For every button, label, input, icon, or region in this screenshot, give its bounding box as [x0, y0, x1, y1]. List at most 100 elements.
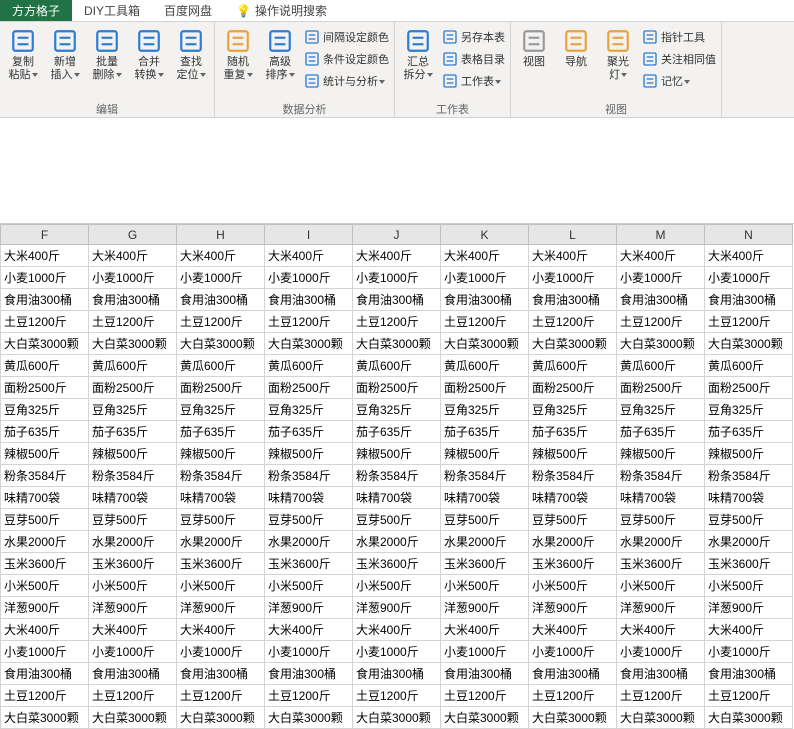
cell[interactable]: 味精700袋: [441, 487, 529, 509]
navigation-button[interactable]: 导航: [555, 26, 597, 71]
cell[interactable]: 豆角325斤: [1, 399, 89, 421]
cell[interactable]: 味精700袋: [353, 487, 441, 509]
cell[interactable]: 土豆1200斤: [617, 685, 705, 707]
summary-split-button[interactable]: 汇总拆分: [397, 26, 439, 84]
cell[interactable]: 小麦1000斤: [177, 267, 265, 289]
stat-analysis-button[interactable]: 统计与分析: [301, 70, 392, 92]
cell[interactable]: 小麦1000斤: [441, 267, 529, 289]
cell[interactable]: 食用油300桶: [89, 663, 177, 685]
cell[interactable]: 土豆1200斤: [441, 311, 529, 333]
copy-paste-button[interactable]: 复制粘贴: [2, 26, 44, 84]
cell[interactable]: 大米400斤: [529, 619, 617, 641]
worksheet-button[interactable]: 工作表: [439, 70, 508, 92]
cell[interactable]: 豆芽500斤: [353, 509, 441, 531]
cell[interactable]: 黄瓜600斤: [353, 355, 441, 377]
cell[interactable]: 大白菜3000颗: [1, 707, 89, 729]
cell[interactable]: 小麦1000斤: [529, 267, 617, 289]
cell[interactable]: 大米400斤: [265, 245, 353, 267]
cell[interactable]: 大白菜3000颗: [529, 333, 617, 355]
cell[interactable]: 黄瓜600斤: [177, 355, 265, 377]
cell[interactable]: 小麦1000斤: [1, 267, 89, 289]
col-header-J[interactable]: J: [353, 225, 441, 245]
cell[interactable]: 豆角325斤: [705, 399, 793, 421]
cell[interactable]: 洋葱900斤: [617, 597, 705, 619]
cell[interactable]: 小麦1000斤: [265, 641, 353, 663]
cell[interactable]: 豆芽500斤: [617, 509, 705, 531]
cell[interactable]: 小米500斤: [265, 575, 353, 597]
cell[interactable]: 大米400斤: [353, 619, 441, 641]
cell[interactable]: 食用油300桶: [529, 289, 617, 311]
cell[interactable]: 土豆1200斤: [265, 685, 353, 707]
cell[interactable]: 食用油300桶: [441, 663, 529, 685]
cell[interactable]: 玉米3600斤: [1, 553, 89, 575]
cell[interactable]: 大白菜3000颗: [89, 333, 177, 355]
cell[interactable]: 小米500斤: [177, 575, 265, 597]
cell[interactable]: 玉米3600斤: [353, 553, 441, 575]
cell[interactable]: 大白菜3000颗: [529, 707, 617, 729]
cell[interactable]: 茄子635斤: [441, 421, 529, 443]
tab-操作说明搜索[interactable]: 💡操作说明搜索: [224, 0, 339, 21]
condition-color-button[interactable]: 条件设定颜色: [301, 48, 392, 70]
cell[interactable]: 豆芽500斤: [1, 509, 89, 531]
cell[interactable]: 土豆1200斤: [441, 685, 529, 707]
col-header-F[interactable]: F: [1, 225, 89, 245]
cell[interactable]: 小麦1000斤: [353, 641, 441, 663]
cell[interactable]: 洋葱900斤: [705, 597, 793, 619]
cell[interactable]: 粉条3584斤: [265, 465, 353, 487]
cell[interactable]: 大白菜3000颗: [617, 707, 705, 729]
cell[interactable]: 味精700袋: [265, 487, 353, 509]
cell[interactable]: 大白菜3000颗: [265, 707, 353, 729]
cell[interactable]: 黄瓜600斤: [89, 355, 177, 377]
cell[interactable]: 大白菜3000颗: [89, 707, 177, 729]
sheet-toc-button[interactable]: 表格目录: [439, 48, 508, 70]
cell[interactable]: 玉米3600斤: [177, 553, 265, 575]
col-header-N[interactable]: N: [705, 225, 793, 245]
cell[interactable]: 茄子635斤: [89, 421, 177, 443]
cell[interactable]: 辣椒500斤: [617, 443, 705, 465]
cell[interactable]: 洋葱900斤: [265, 597, 353, 619]
cell[interactable]: 土豆1200斤: [89, 685, 177, 707]
cell[interactable]: 洋葱900斤: [89, 597, 177, 619]
cell[interactable]: 水果2000斤: [617, 531, 705, 553]
random-repeat-button[interactable]: 随机重复: [217, 26, 259, 84]
cell[interactable]: 面粉2500斤: [441, 377, 529, 399]
cell[interactable]: 食用油300桶: [89, 289, 177, 311]
cell[interactable]: 豆芽500斤: [529, 509, 617, 531]
cell[interactable]: 茄子635斤: [265, 421, 353, 443]
cell[interactable]: 水果2000斤: [265, 531, 353, 553]
cell[interactable]: 玉米3600斤: [705, 553, 793, 575]
cell[interactable]: 小米500斤: [441, 575, 529, 597]
cell[interactable]: 黄瓜600斤: [441, 355, 529, 377]
cell[interactable]: 面粉2500斤: [89, 377, 177, 399]
cell[interactable]: 辣椒500斤: [353, 443, 441, 465]
cell[interactable]: 豆芽500斤: [441, 509, 529, 531]
cell[interactable]: 小米500斤: [89, 575, 177, 597]
cell[interactable]: 大米400斤: [705, 619, 793, 641]
cell[interactable]: 面粉2500斤: [1, 377, 89, 399]
find-locate-button[interactable]: 查找定位: [170, 26, 212, 84]
cell[interactable]: 小麦1000斤: [705, 267, 793, 289]
cell[interactable]: 食用油300桶: [353, 289, 441, 311]
spotlight-button[interactable]: 聚光灯: [597, 26, 639, 84]
cell[interactable]: 大白菜3000颗: [705, 707, 793, 729]
cell[interactable]: 水果2000斤: [353, 531, 441, 553]
cell[interactable]: 小麦1000斤: [177, 641, 265, 663]
tab-百度网盘[interactable]: 百度网盘: [152, 0, 224, 21]
cell[interactable]: 豆角325斤: [353, 399, 441, 421]
cell[interactable]: 粉条3584斤: [89, 465, 177, 487]
tab-DIY工具箱[interactable]: DIY工具箱: [72, 0, 152, 21]
cell[interactable]: 豆芽500斤: [705, 509, 793, 531]
cell[interactable]: 黄瓜600斤: [265, 355, 353, 377]
cell[interactable]: 味精700袋: [617, 487, 705, 509]
cell[interactable]: 土豆1200斤: [353, 685, 441, 707]
advanced-sort-button[interactable]: 高级排序: [259, 26, 301, 84]
cell[interactable]: 面粉2500斤: [529, 377, 617, 399]
cell[interactable]: 水果2000斤: [705, 531, 793, 553]
cell[interactable]: 食用油300桶: [705, 663, 793, 685]
cell[interactable]: 土豆1200斤: [529, 311, 617, 333]
cell[interactable]: 味精700袋: [529, 487, 617, 509]
cell[interactable]: 小米500斤: [1, 575, 89, 597]
cell[interactable]: 粉条3584斤: [705, 465, 793, 487]
cell[interactable]: 洋葱900斤: [1, 597, 89, 619]
cell[interactable]: 土豆1200斤: [177, 311, 265, 333]
